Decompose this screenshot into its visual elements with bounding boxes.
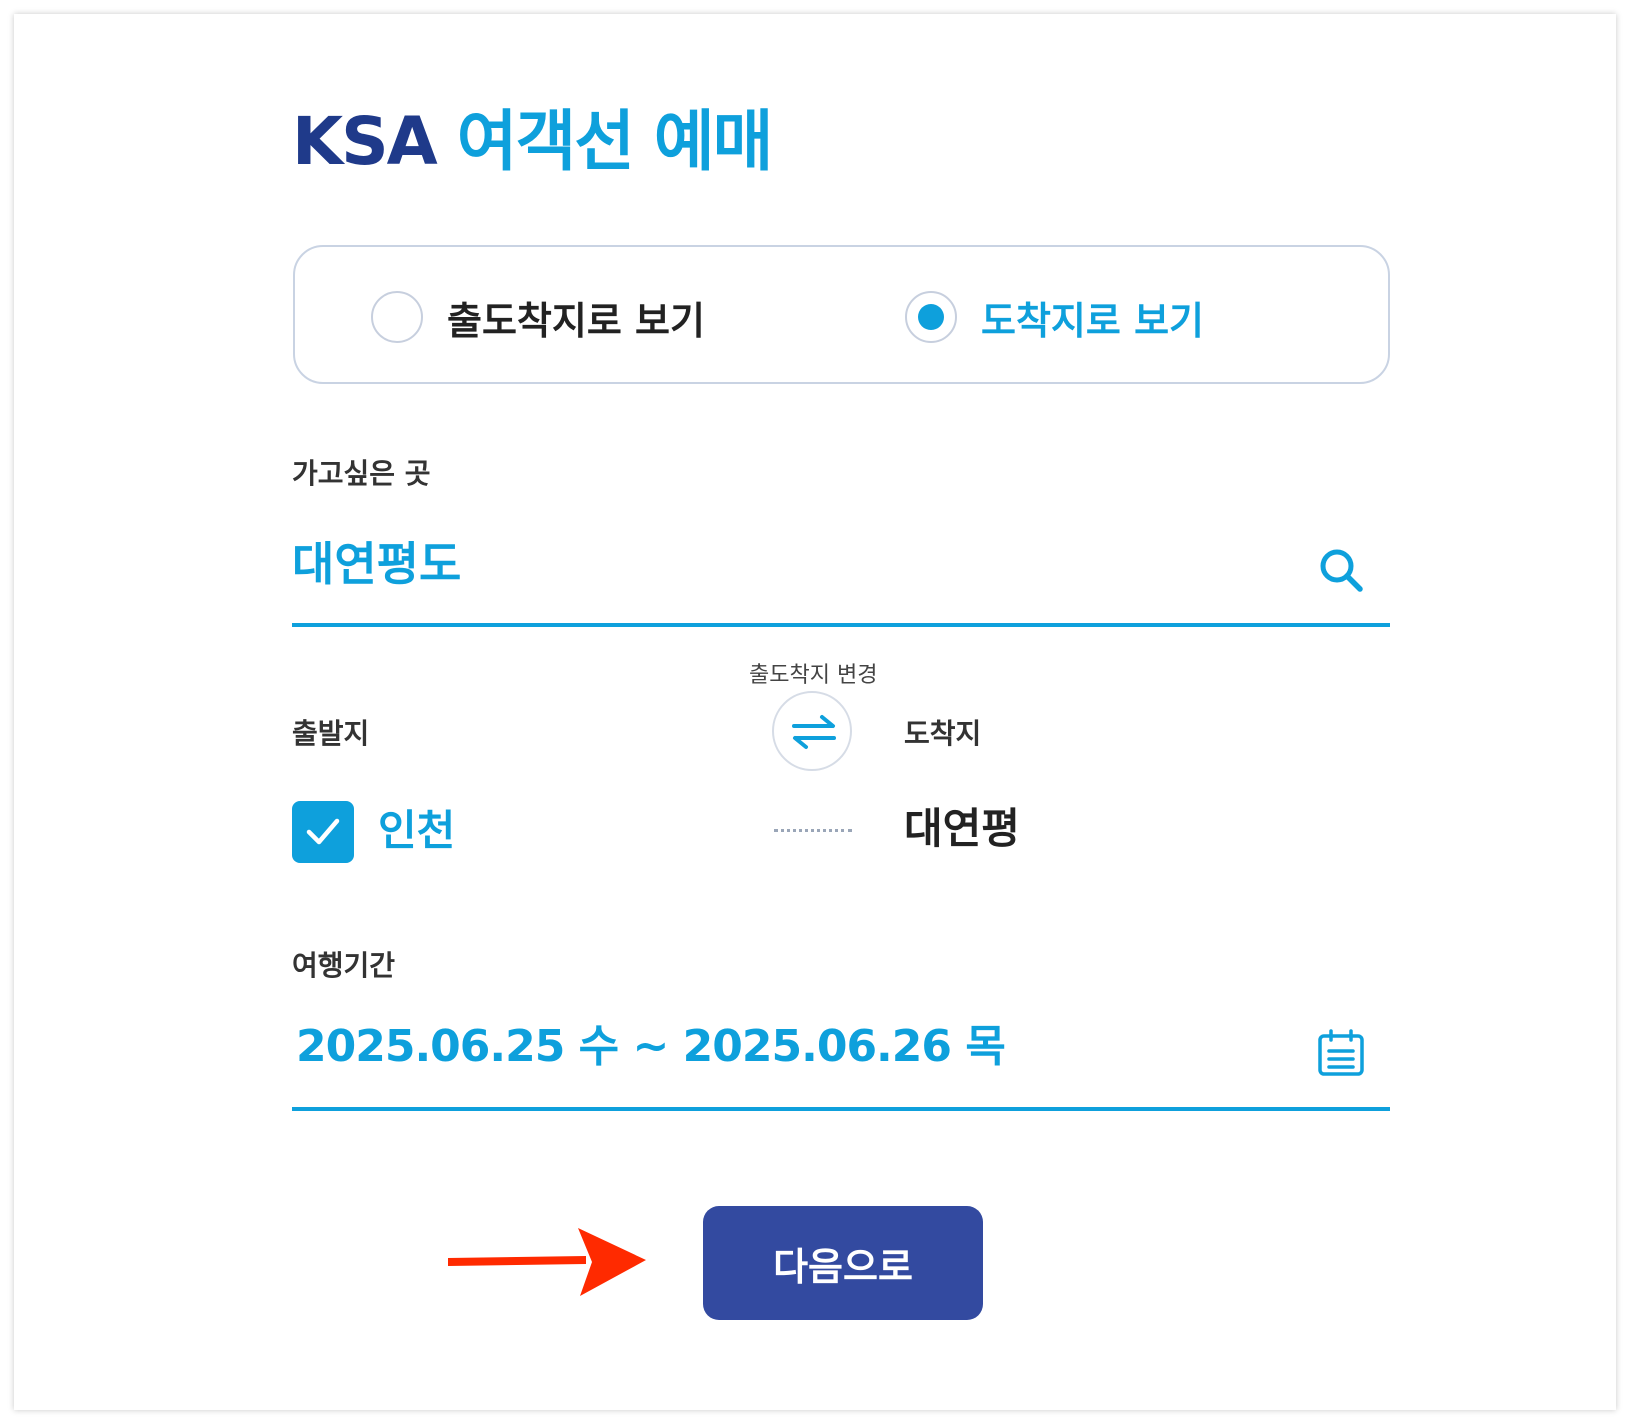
swap-caption: 출도착지 변경 xyxy=(749,663,878,688)
view-mode-option-route[interactable]: 출도착지로 보기 xyxy=(371,289,705,345)
next-button[interactable]: 다음으로 xyxy=(703,1206,983,1320)
period-label: 여행기간 xyxy=(292,949,396,982)
radio-unselected-icon[interactable] xyxy=(371,291,423,343)
red-arrow-icon xyxy=(448,1228,646,1296)
arrival-value: 대연평 xyxy=(904,804,1020,853)
check-icon xyxy=(306,818,340,845)
search-icon[interactable] xyxy=(1317,546,1365,594)
destination-label: 가고싶은 곳 xyxy=(292,457,431,490)
view-mode-option-destination-label: 도착지로 보기 xyxy=(981,298,1204,343)
title-brand: KSA xyxy=(292,103,438,180)
swap-arrows-icon xyxy=(792,715,836,749)
period-input[interactable]: 2025.06.25 수 ~ 2025.06.26 목 xyxy=(296,1019,1006,1075)
view-mode-option-destination[interactable]: 도착지로 보기 xyxy=(905,289,1204,345)
view-mode-group: 출도착지로 보기 도착지로 보기 xyxy=(293,245,1390,384)
destination-input[interactable]: 대연평도 xyxy=(292,536,461,592)
origin-label: 출발지 xyxy=(292,717,370,750)
route-dotted-connector xyxy=(774,829,852,832)
calendar-icon[interactable] xyxy=(1317,1029,1365,1077)
origin-value: 인천 xyxy=(378,806,456,855)
period-underline xyxy=(292,1107,1390,1111)
view-mode-option-route-label: 출도착지로 보기 xyxy=(447,298,705,343)
swap-route-button[interactable] xyxy=(772,691,852,771)
arrival-label: 도착지 xyxy=(904,717,982,750)
origin-checkbox[interactable] xyxy=(292,801,354,863)
title-accent: 여객선 예매 xyxy=(456,103,774,180)
page-title: KSA 여객선 예매 xyxy=(292,102,774,182)
radio-selected-icon[interactable] xyxy=(905,291,957,343)
booking-card: KSA 여객선 예매 출도착지로 보기 도착지로 보기 가고싶은 곳 대연평도 … xyxy=(14,14,1616,1410)
destination-underline xyxy=(292,623,1390,627)
